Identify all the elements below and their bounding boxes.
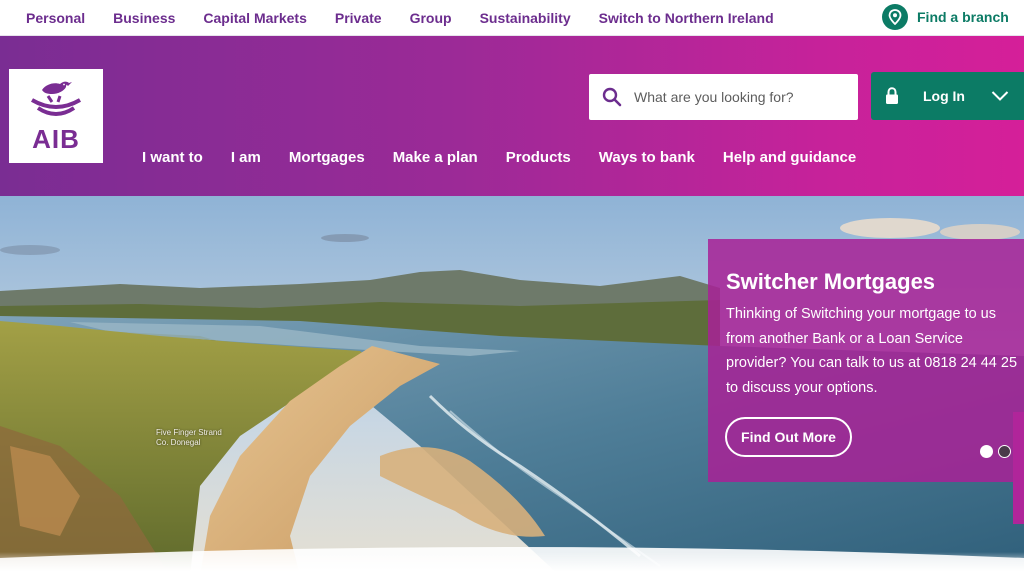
login-button[interactable]: Log In	[871, 72, 1024, 120]
nav-item-help-and-guidance[interactable]: Help and guidance	[723, 149, 856, 166]
segment-link-group[interactable]: Group	[410, 10, 452, 26]
find-branch-label: Find a branch	[917, 9, 1009, 25]
photo-caption: Five Finger Strand Co. Donegal	[156, 428, 222, 448]
segment-link-private[interactable]: Private	[335, 10, 382, 26]
nav-item-mortgages[interactable]: Mortgages	[289, 149, 365, 166]
carousel-dot-1[interactable]	[980, 445, 993, 458]
chevron-down-icon[interactable]	[991, 90, 1009, 102]
segment-link-business[interactable]: Business	[113, 10, 175, 26]
segment-link-capital-markets[interactable]: Capital Markets	[203, 10, 306, 26]
segment-link-personal[interactable]: Personal	[26, 10, 85, 26]
segment-link-sustainability[interactable]: Sustainability	[480, 10, 571, 26]
main-header: AIB Log In I want to I am Mortgages Make…	[0, 36, 1024, 196]
bottom-fade	[0, 552, 1024, 576]
find-out-more-button[interactable]: Find Out More	[725, 417, 852, 457]
main-nav: I want to I am Mortgages Make a plan Pro…	[142, 146, 884, 168]
search-box[interactable]	[589, 74, 858, 120]
nav-item-make-a-plan[interactable]: Make a plan	[393, 149, 478, 166]
promo-body: Thinking of Switching your mortgage to u…	[726, 306, 1018, 396]
utility-bar: Personal Business Capital Markets Privat…	[0, 0, 1024, 36]
caption-location: Five Finger Strand	[156, 428, 222, 437]
nav-item-i-want-to[interactable]: I want to	[142, 149, 203, 166]
promo-card: Switcher Mortgages Thinking of Switching…	[708, 239, 1024, 482]
caption-county: Co. Donegal	[156, 438, 201, 447]
segment-nav: Personal Business Capital Markets Privat…	[26, 0, 802, 36]
find-branch-link[interactable]: Find a branch	[882, 3, 1009, 31]
segment-link-switch-ni[interactable]: Switch to Northern Ireland	[599, 10, 774, 26]
login-label: Log In	[923, 88, 965, 104]
nav-item-products[interactable]: Products	[506, 149, 571, 166]
aib-logo[interactable]: AIB	[9, 69, 103, 163]
location-pin-icon	[882, 4, 908, 30]
carousel-dot-2[interactable]	[998, 445, 1011, 458]
promo-title: Switcher Mortgages	[726, 269, 936, 294]
nav-item-i-am[interactable]: I am	[231, 149, 261, 166]
logo-wordmark: AIB	[32, 123, 80, 154]
feedback-side-tab[interactable]	[1013, 412, 1024, 524]
search-icon	[602, 87, 622, 107]
lock-icon	[886, 87, 898, 104]
ark-logo-icon	[30, 81, 82, 116]
search-input[interactable]	[634, 89, 834, 105]
nav-item-ways-to-bank[interactable]: Ways to bank	[599, 149, 695, 166]
